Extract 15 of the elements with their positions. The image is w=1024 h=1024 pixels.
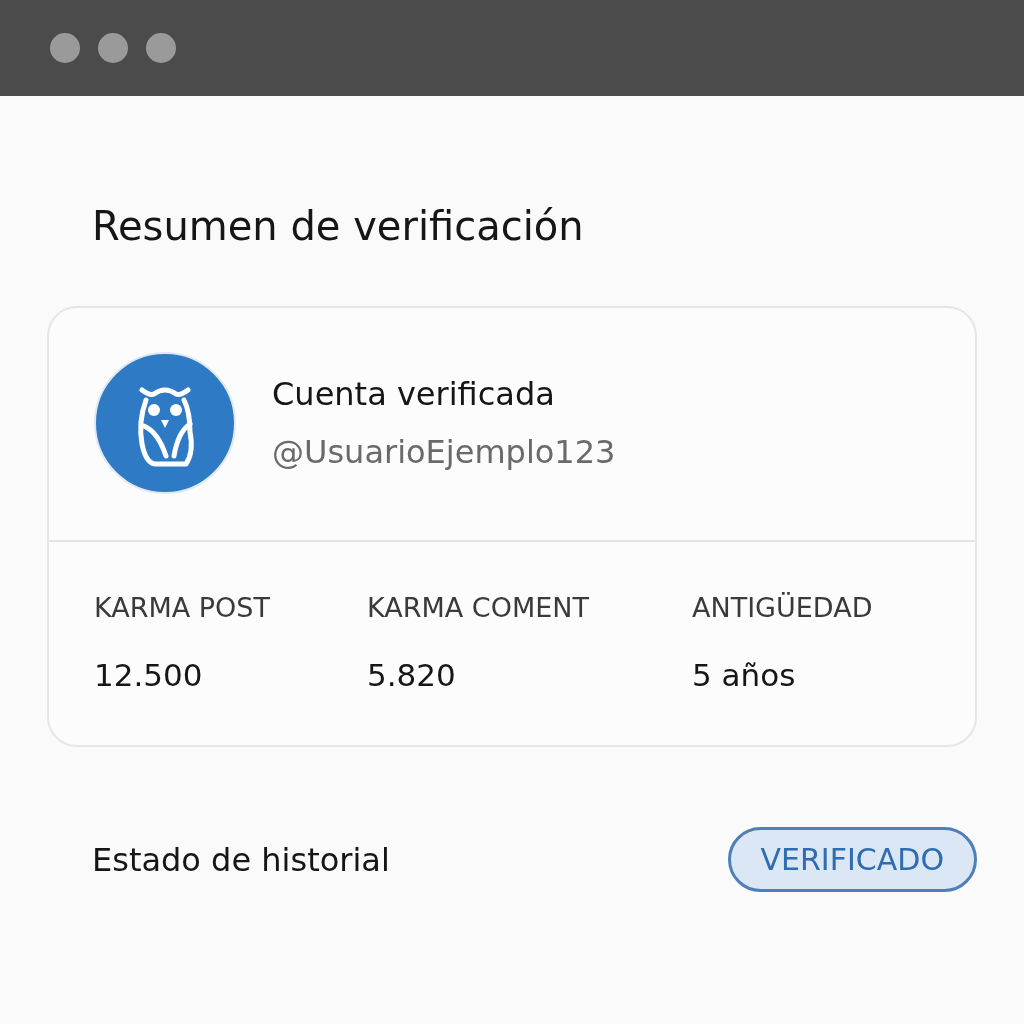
page-title: Resumen de verificación	[91, 202, 585, 251]
stat-label: KARMA POST	[94, 592, 271, 623]
history-label: Estado de historial	[92, 840, 390, 879]
owl-avatar-icon	[94, 352, 236, 494]
username: @UsuarioEjemplo123	[272, 433, 616, 471]
window-control-icon[interactable]	[50, 33, 80, 63]
window-control-icon[interactable]	[146, 33, 176, 63]
stat-value: 5 años	[692, 657, 797, 693]
stat-value: 12.500	[94, 657, 204, 693]
stat-value: 5.820	[367, 657, 457, 693]
status-badge: VERIFICADO	[727, 827, 977, 892]
account-status: Cuenta verificada	[272, 375, 556, 413]
window-control-icon[interactable]	[98, 33, 128, 63]
stat-label: KARMA COMENT	[367, 592, 590, 623]
stat-label: ANTIGÜEDAD	[692, 592, 874, 623]
